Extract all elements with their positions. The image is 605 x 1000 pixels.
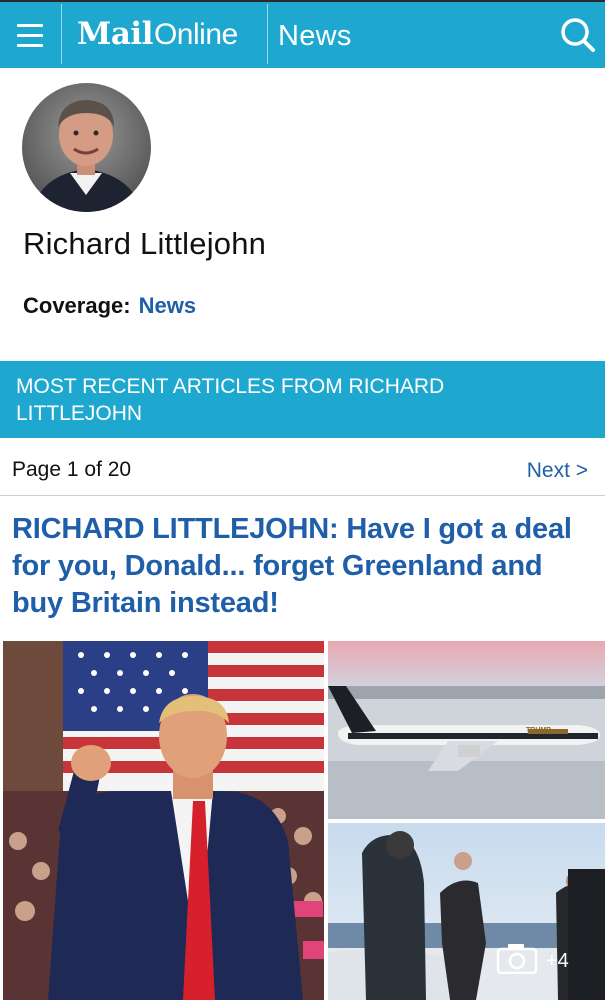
recent-articles-heading: MOST RECENT ARTICLES FROM RICHARD LITTLE… xyxy=(0,361,605,438)
mailonline-logo[interactable]: Mail Online xyxy=(77,16,238,56)
article-image-rally[interactable] xyxy=(3,641,324,1000)
coverage-row: Coverage: News xyxy=(23,293,196,319)
article-image-plane[interactable]: TRUMP xyxy=(328,641,605,819)
recent-heading-line1: MOST RECENT ARTICLES FROM RICHARD xyxy=(16,375,445,398)
hamburger-menu-icon[interactable] xyxy=(0,2,60,68)
coverage-label: Coverage: xyxy=(23,293,131,318)
divider xyxy=(267,4,268,64)
next-page-link[interactable]: Next > xyxy=(527,459,588,483)
search-icon[interactable] xyxy=(558,15,598,55)
author-name: Richard Littlejohn xyxy=(23,226,267,261)
article-headline[interactable]: RICHARD LITTLEJOHN: Have I got a deal fo… xyxy=(12,511,592,622)
recent-heading-line2: LITTLEJOHN xyxy=(16,402,143,425)
divider xyxy=(61,4,62,64)
photo-count-badge[interactable]: +4 xyxy=(496,944,569,978)
logo-mail-text: Mail xyxy=(77,16,153,52)
page-count: Page 1 of 20 xyxy=(12,458,132,481)
section-title[interactable]: News xyxy=(278,20,352,53)
logo-online-text: Online xyxy=(153,18,238,51)
coverage-news-link[interactable]: News xyxy=(139,293,196,318)
pagination: Page 1 of 20 Next > xyxy=(0,440,605,496)
plane-livery-text: TRUMP xyxy=(526,727,551,734)
photo-count-text: +4 xyxy=(546,949,569,972)
camera-icon xyxy=(496,942,538,980)
author-avatar xyxy=(22,83,151,212)
top-bar: Mail Online News xyxy=(0,0,605,68)
